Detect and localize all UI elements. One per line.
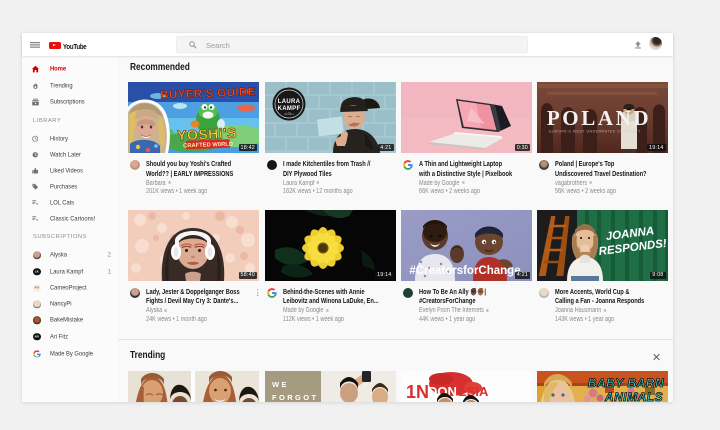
svg-text:ANIMALS: ANIMALS <box>603 390 662 402</box>
svg-text:BABY BARN: BABY BARN <box>587 376 663 390</box>
svg-text:•LOL•: •LOL• <box>284 112 294 116</box>
svg-text:LAURA: LAURA <box>277 99 300 105</box>
svg-text:1N: 1N <box>406 382 429 402</box>
svg-text:POLAND: POLAND <box>546 106 650 130</box>
svg-text:WE: WE <box>272 380 289 389</box>
svg-text:FORGOT: FORGOT <box>272 393 318 402</box>
svg-text:EUROPE'S MOST UNDERRATED COUNT: EUROPE'S MOST UNDERRATED COUNTRY? <box>549 130 640 134</box>
svg-text:#CreatorsforChange: #CreatorsforChange <box>409 265 520 277</box>
